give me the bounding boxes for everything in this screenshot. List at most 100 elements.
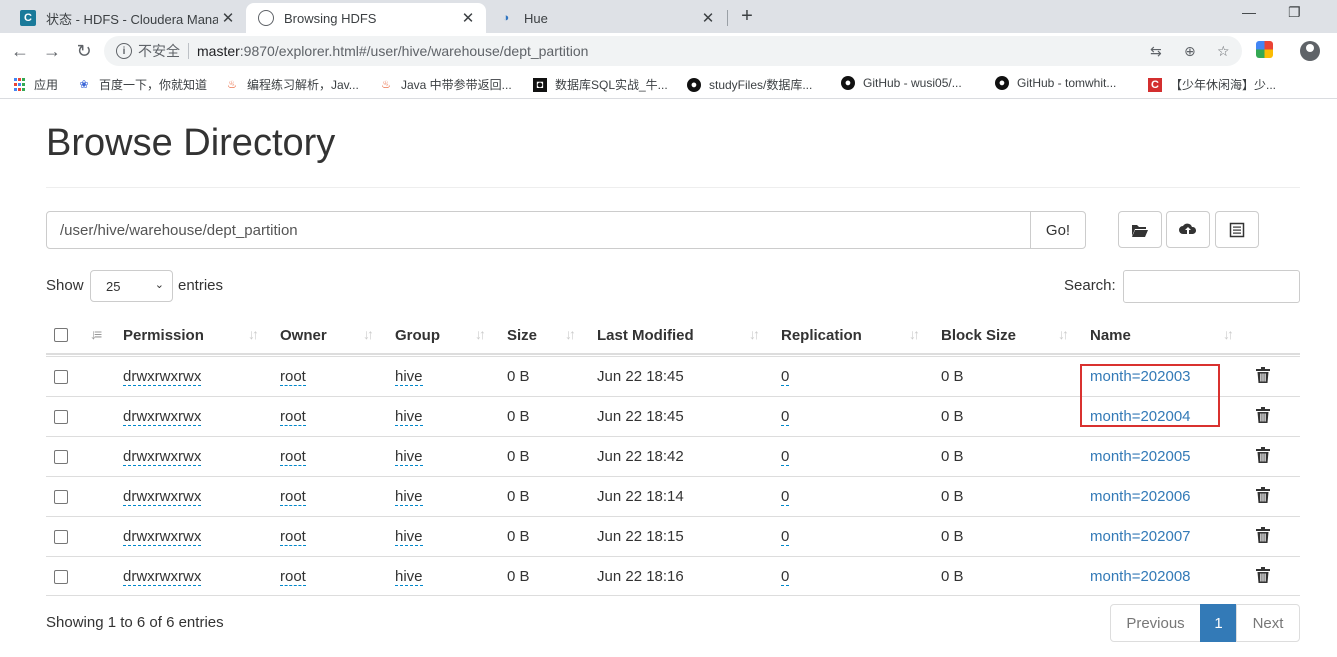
- reload-icon[interactable]: ↻: [72, 39, 96, 63]
- forward-icon[interactable]: →: [40, 39, 64, 63]
- row-checkbox[interactable]: [54, 410, 68, 424]
- column-block-size[interactable]: Block Size: [941, 327, 1016, 344]
- sort-icon[interactable]: ↓↑: [749, 326, 760, 342]
- page-1-button[interactable]: 1: [1200, 604, 1237, 642]
- tab-browsing-hdfs[interactable]: Browsing HDFS ✕: [246, 3, 486, 33]
- column-last-modified[interactable]: Last Modified: [597, 327, 694, 344]
- close-icon[interactable]: ✕: [218, 9, 238, 27]
- group-cell[interactable]: hive: [395, 448, 423, 466]
- bookmark-baidu[interactable]: ❀ 百度一下，你就知道: [77, 76, 207, 93]
- close-icon[interactable]: ✕: [458, 9, 478, 27]
- previous-button[interactable]: Previous: [1110, 604, 1201, 642]
- bookmark-apps[interactable]: 应用: [12, 76, 58, 93]
- bookmark-item[interactable]: ● GitHub - wusi05/...: [841, 76, 962, 90]
- owner-cell[interactable]: root: [280, 408, 306, 426]
- sort-icon[interactable]: ↓↑: [1223, 326, 1234, 342]
- column-replication[interactable]: Replication: [781, 327, 862, 344]
- tab-cloudera[interactable]: C 状态 - HDFS - Cloudera Manag ✕: [8, 3, 246, 33]
- name-link[interactable]: month=202005: [1090, 448, 1191, 465]
- row-checkbox[interactable]: [54, 450, 68, 464]
- trash-icon[interactable]: [1256, 367, 1270, 383]
- trash-icon[interactable]: [1256, 447, 1270, 463]
- extension-icon[interactable]: [1256, 41, 1273, 58]
- tab-hue[interactable]: ◑ Hue ✕: [486, 3, 726, 33]
- bookmark-item[interactable]: ● GitHub - tomwhit...: [995, 76, 1116, 90]
- sort-icon[interactable]: ↓↑: [248, 326, 259, 342]
- sort-icon[interactable]: ↓≡: [90, 326, 102, 342]
- column-group[interactable]: Group: [395, 327, 440, 344]
- replication-cell[interactable]: 0: [781, 488, 790, 506]
- bookmark-item[interactable]: ● studyFiles/数据库...: [687, 76, 812, 93]
- group-cell[interactable]: hive: [395, 408, 423, 426]
- permission-cell[interactable]: drwxrwxrwx: [123, 528, 202, 546]
- trash-icon[interactable]: [1256, 487, 1270, 503]
- owner-cell[interactable]: root: [280, 368, 306, 386]
- security-label: 不安全: [138, 43, 180, 59]
- row-checkbox[interactable]: [54, 370, 68, 384]
- group-cell[interactable]: hive: [395, 488, 423, 506]
- name-link[interactable]: month=202008: [1090, 568, 1191, 585]
- replication-cell[interactable]: 0: [781, 368, 790, 386]
- column-permission[interactable]: Permission: [123, 327, 204, 344]
- cut-paste-button[interactable]: [1215, 211, 1259, 248]
- group-cell[interactable]: hive: [395, 568, 423, 586]
- column-size[interactable]: Size: [507, 327, 537, 344]
- row-checkbox[interactable]: [54, 490, 68, 504]
- sort-icon[interactable]: ↓↑: [1058, 326, 1069, 342]
- modified-cell: Jun 22 18:45: [597, 368, 684, 385]
- row-checkbox[interactable]: [54, 530, 68, 544]
- owner-cell[interactable]: root: [280, 528, 306, 546]
- bookmark-item[interactable]: ♨ Java 中带参带返回...: [379, 76, 512, 93]
- column-owner[interactable]: Owner: [280, 327, 327, 344]
- translate-icon[interactable]: ⇆: [1150, 43, 1162, 60]
- create-directory-button[interactable]: [1118, 211, 1162, 248]
- page-length-select[interactable]: 25 ⌄: [90, 270, 173, 302]
- search-input[interactable]: [1123, 270, 1300, 303]
- permission-cell[interactable]: drwxrwxrwx: [123, 448, 202, 466]
- bookmark-item[interactable]: ◘ 数据库SQL实战_牛...: [533, 76, 668, 93]
- bookmark-star-icon[interactable]: ☆: [1217, 43, 1230, 60]
- trash-icon[interactable]: [1256, 527, 1270, 543]
- profile-icon[interactable]: [1300, 41, 1320, 61]
- permission-cell[interactable]: drwxrwxrwx: [123, 408, 202, 426]
- permission-cell[interactable]: drwxrwxrwx: [123, 488, 202, 506]
- owner-cell[interactable]: root: [280, 488, 306, 506]
- trash-icon[interactable]: [1256, 567, 1270, 583]
- owner-cell[interactable]: root: [280, 448, 306, 466]
- select-all-checkbox[interactable]: [54, 328, 68, 342]
- restore-icon[interactable]: ❐: [1288, 4, 1301, 21]
- group-cell[interactable]: hive: [395, 368, 423, 386]
- address-bar[interactable]: i 不安全 master:9870/explorer.html#/user/hi…: [104, 36, 1242, 66]
- sort-icon[interactable]: ↓↑: [475, 326, 486, 342]
- close-icon[interactable]: ✕: [698, 9, 718, 27]
- sort-icon[interactable]: ↓↑: [909, 326, 920, 342]
- trash-icon[interactable]: [1256, 407, 1270, 423]
- bookmark-item[interactable]: ♨ 编程练习解析，Jav...: [225, 76, 359, 93]
- directory-path-input[interactable]: /user/hive/warehouse/dept_partition: [46, 211, 1031, 249]
- info-icon[interactable]: i: [116, 43, 132, 59]
- owner-cell[interactable]: root: [280, 568, 306, 586]
- replication-cell[interactable]: 0: [781, 568, 790, 586]
- upload-button[interactable]: [1166, 211, 1210, 248]
- zoom-icon[interactable]: ⊕: [1184, 43, 1196, 60]
- column-name[interactable]: Name: [1090, 327, 1131, 344]
- permission-cell[interactable]: drwxrwxrwx: [123, 368, 202, 386]
- name-link[interactable]: month=202007: [1090, 528, 1191, 545]
- replication-cell[interactable]: 0: [781, 528, 790, 546]
- new-tab-icon[interactable]: +: [737, 5, 757, 28]
- minimize-icon[interactable]: —: [1242, 4, 1256, 20]
- csdn-icon: C: [1148, 77, 1162, 92]
- row-checkbox[interactable]: [54, 570, 68, 584]
- back-icon[interactable]: ←: [8, 39, 32, 63]
- name-link[interactable]: month=202006: [1090, 488, 1191, 505]
- permission-cell[interactable]: drwxrwxrwx: [123, 568, 202, 586]
- group-cell[interactable]: hive: [395, 528, 423, 546]
- next-button[interactable]: Next: [1236, 604, 1300, 642]
- list-alt-icon: [1229, 222, 1245, 237]
- sort-icon[interactable]: ↓↑: [565, 326, 576, 342]
- bookmark-item[interactable]: C 【少年休闲海】少...: [1148, 76, 1276, 93]
- replication-cell[interactable]: 0: [781, 448, 790, 466]
- sort-icon[interactable]: ↓↑: [363, 326, 374, 342]
- replication-cell[interactable]: 0: [781, 408, 790, 426]
- go-button[interactable]: Go!: [1030, 211, 1086, 249]
